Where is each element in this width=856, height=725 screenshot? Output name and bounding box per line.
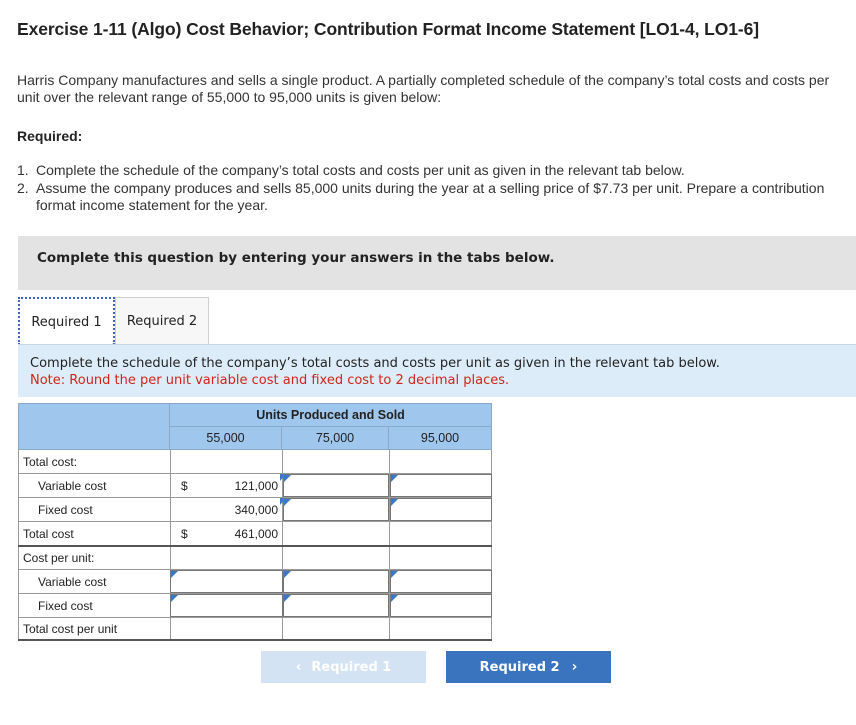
input-fixed-cost-95000[interactable] — [390, 498, 492, 521]
row-line-8 — [18, 639, 492, 641]
panel-note: Note: Round the per unit variable cost a… — [30, 373, 510, 388]
row-line-7 — [18, 617, 492, 618]
input-variable-cost-95000[interactable] — [390, 474, 492, 497]
next-required-button[interactable]: Required 2 › — [446, 651, 611, 683]
dollar-sign: $ — [181, 527, 188, 541]
row-label-cost-per-unit-heading: Cost per unit: — [23, 551, 95, 565]
requirement-2-text: Assume the company produces and sells 85… — [36, 180, 825, 213]
units-group-header-label: Units Produced and Sold — [256, 408, 405, 422]
cost-schedule-table: Units Produced and Sold 55,000 75,000 95… — [18, 403, 492, 641]
input-variable-cost-75000[interactable] — [283, 474, 389, 497]
page-title: Exercise 1-11 (Algo) Cost Behavior; Cont… — [17, 19, 759, 39]
requirement-2-number: 2. — [17, 180, 29, 196]
chevron-left-icon: ‹ — [295, 659, 302, 675]
value-fixed-cost-55000: 340,000 — [234, 503, 278, 517]
input-unit-variable-cost-55000[interactable] — [170, 570, 283, 593]
row-label-total-cost: Total cost — [23, 527, 74, 541]
row-label-fixed-cost: Fixed cost — [38, 503, 93, 517]
input-unit-variable-cost-95000[interactable] — [390, 570, 492, 593]
panel-instruction: Complete the schedule of the company’s t… — [30, 356, 720, 371]
instruction-text: Complete this question by entering your … — [37, 250, 555, 266]
dollar-sign: $ — [181, 479, 188, 493]
row-label-unit-variable-cost: Variable cost — [38, 575, 107, 589]
column-header-75000-label: 75,000 — [315, 431, 355, 445]
requirement-1-text: Complete the schedule of the company’s t… — [36, 162, 685, 178]
tab-required-2-label: Required 2 — [126, 314, 198, 329]
required-heading: Required: — [17, 128, 83, 144]
column-header-95000: 95,000 — [389, 427, 492, 450]
row-label-variable-cost: Variable cost — [38, 479, 107, 493]
row-line-4 — [18, 545, 492, 547]
input-unit-fixed-cost-55000[interactable] — [170, 594, 283, 617]
tab-required-1-label: Required 1 — [31, 314, 102, 330]
requirement-1: 1. Complete the schedule of the company’… — [17, 162, 847, 179]
row-line-3 — [18, 521, 492, 522]
column-header-55000-label: 55,000 — [206, 431, 245, 445]
value-variable-cost-55000: 121,000 — [234, 479, 278, 493]
tab-panel-header: Complete the schedule of the company’s t… — [18, 344, 856, 397]
row-label-total-cost-heading: Total cost: — [23, 455, 78, 469]
input-unit-fixed-cost-75000[interactable] — [283, 594, 389, 617]
table-header-blank — [18, 403, 170, 450]
tab-required-2[interactable]: Required 2 — [115, 297, 209, 345]
requirement-2: 2. Assume the company produces and sells… — [17, 180, 847, 214]
row-label-unit-fixed-cost: Fixed cost — [38, 599, 93, 613]
input-fixed-cost-75000[interactable] — [283, 498, 389, 521]
column-header-95000-label: 95,000 — [420, 431, 460, 445]
input-unit-fixed-cost-95000[interactable] — [390, 594, 492, 617]
input-unit-variable-cost-75000[interactable] — [283, 570, 389, 593]
row-label-total-cost-per-unit: Total cost per unit — [23, 622, 118, 636]
requirement-1-number: 1. — [17, 162, 29, 178]
value-total-cost-55000: 461,000 — [234, 527, 278, 541]
chevron-right-icon: › — [571, 659, 578, 675]
column-header-75000: 75,000 — [282, 427, 389, 450]
next-required-label: Required 2 — [479, 659, 560, 675]
units-group-header: Units Produced and Sold — [170, 403, 492, 427]
requirements-list: 1. Complete the schedule of the company’… — [17, 162, 847, 215]
instruction-bar: Complete this question by entering your … — [18, 236, 856, 290]
prev-required-label: Required 1 — [311, 659, 392, 675]
problem-intro: Harris Company manufactures and sells a … — [17, 72, 830, 105]
column-header-55000: 55,000 — [170, 427, 282, 450]
prev-required-button[interactable]: ‹ Required 1 — [261, 651, 426, 683]
tab-required-1[interactable]: Required 1 — [18, 297, 115, 345]
